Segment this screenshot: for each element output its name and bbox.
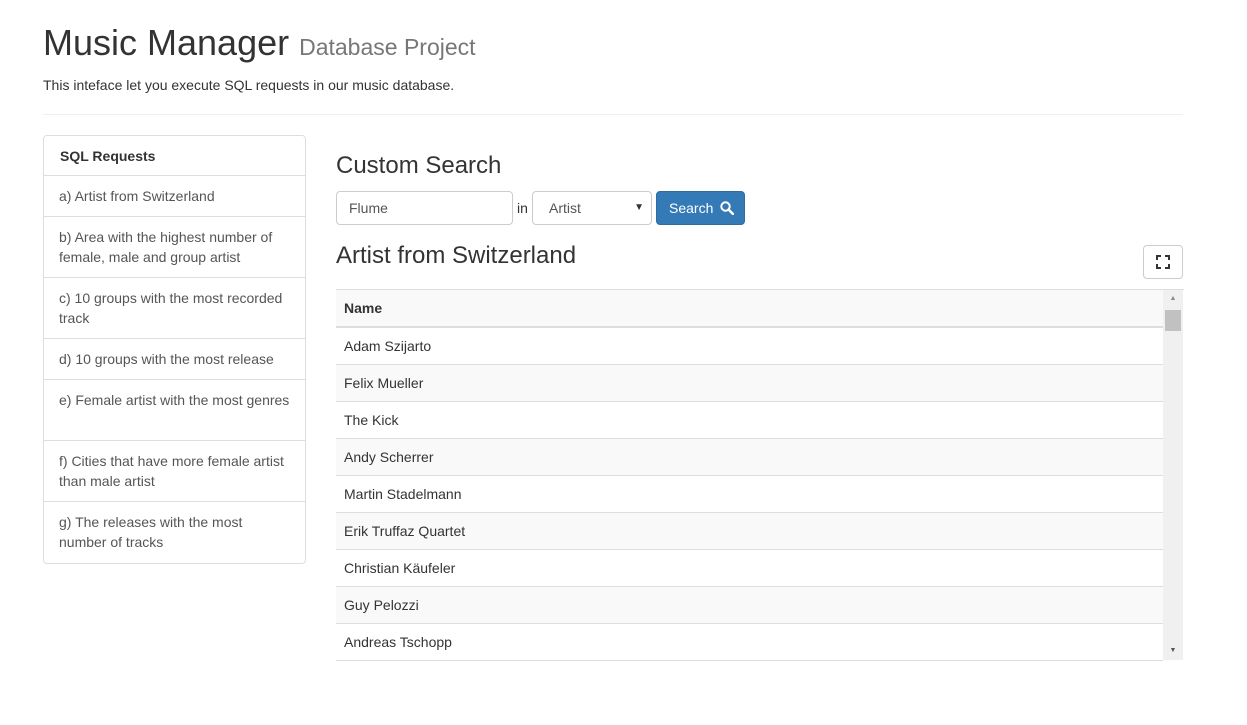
cell-name: Adam Szijarto	[336, 327, 1163, 365]
scroll-up-arrow-icon[interactable]: ▲	[1163, 290, 1183, 308]
request-item-e[interactable]: e) Female artist with the most genres	[44, 380, 305, 441]
page-subtitle: Database Project	[299, 34, 476, 60]
table-row: Martin Stadelmann	[336, 475, 1163, 513]
header-divider	[43, 114, 1183, 115]
table-scrollbar[interactable]: ▲ ▼	[1163, 290, 1183, 660]
column-header-name: Name	[336, 290, 1163, 328]
page-title: Music Manager	[43, 22, 290, 63]
cell-name: Guy Pelozzi	[336, 586, 1163, 624]
search-button-label: Search	[669, 200, 714, 216]
page-header: Music Manager Database Project This inte…	[43, 22, 1183, 93]
page-description: This inteface let you execute SQL reques…	[43, 77, 455, 93]
results-table: Name Adam Szijarto Felix Mueller The Kic…	[336, 290, 1163, 661]
expand-icon	[1156, 255, 1170, 269]
cell-name: Andy Scherrer	[336, 438, 1163, 476]
in-label: in	[517, 200, 528, 216]
request-item-b[interactable]: b) Area with the highest number of femal…	[44, 217, 305, 278]
scroll-down-arrow-icon[interactable]: ▼	[1163, 642, 1183, 660]
search-input[interactable]	[336, 191, 513, 225]
panel-heading: SQL Requests	[44, 136, 305, 176]
cell-name: Martin Stadelmann	[336, 475, 1163, 513]
sql-requests-panel: SQL Requests a) Artist from Switzerland …	[43, 135, 306, 564]
custom-search-title: Custom Search	[336, 152, 502, 179]
expand-button[interactable]	[1143, 245, 1183, 279]
table-row: Adam Szijarto	[336, 327, 1163, 365]
search-icon	[720, 201, 734, 215]
scroll-thumb[interactable]	[1165, 310, 1181, 331]
request-item-c[interactable]: c) 10 groups with the most recorded trac…	[44, 278, 305, 339]
table-row: Christian Käufeler	[336, 549, 1163, 587]
cell-name: Christian Käufeler	[336, 549, 1163, 587]
search-type-select[interactable]: Artist ▼	[532, 191, 652, 225]
cell-name: Andreas Tschopp	[336, 623, 1163, 661]
caret-down-icon: ▼	[634, 202, 644, 213]
request-item-f[interactable]: f) Cities that have more female artist t…	[44, 441, 305, 502]
table-row: Andreas Tschopp	[336, 623, 1163, 661]
cell-name: Erik Truffaz Quartet	[336, 512, 1163, 550]
cell-name: The Kick	[336, 401, 1163, 439]
request-item-a[interactable]: a) Artist from Switzerland	[44, 176, 305, 217]
table-row: Felix Mueller	[336, 364, 1163, 402]
request-item-d[interactable]: d) 10 groups with the most release	[44, 339, 305, 380]
table-row: Erik Truffaz Quartet	[336, 512, 1163, 550]
request-item-g[interactable]: g) The releases with the most number of …	[44, 502, 305, 563]
results-table-container: Name Adam Szijarto Felix Mueller The Kic…	[336, 289, 1184, 661]
select-value: Artist	[549, 200, 581, 216]
table-row: Guy Pelozzi	[336, 586, 1163, 624]
table-row: The Kick	[336, 401, 1163, 439]
search-button[interactable]: Search	[656, 191, 745, 225]
result-title: Artist from Switzerland	[336, 242, 577, 269]
table-row: Andy Scherrer	[336, 438, 1163, 476]
cell-name: Felix Mueller	[336, 364, 1163, 402]
